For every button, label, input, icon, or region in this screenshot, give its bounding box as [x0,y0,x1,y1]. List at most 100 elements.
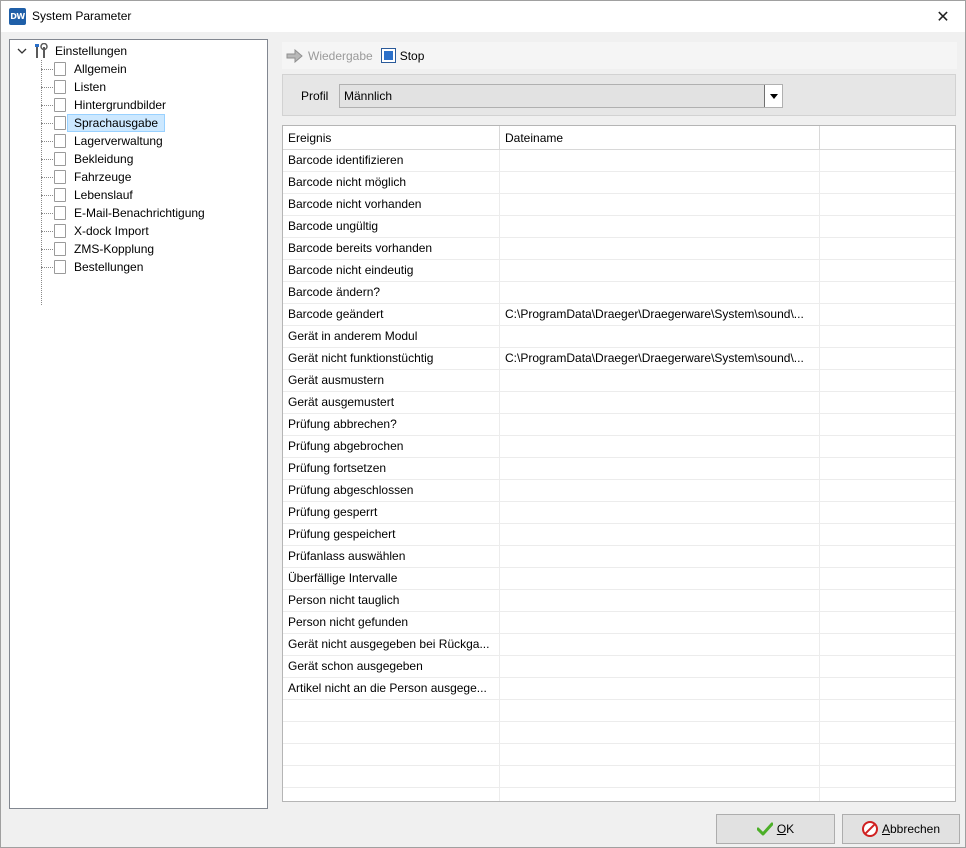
cell-dateiname[interactable] [500,502,820,523]
cell-dateiname[interactable] [500,568,820,589]
cell-dateiname[interactable] [500,392,820,413]
table-row[interactable]: Gerät ausgemustert [283,392,955,414]
cell-dateiname[interactable]: C:\ProgramData\Draeger\Draegerware\Syste… [500,304,820,325]
column-header-dateiname[interactable]: Dateiname [500,126,820,150]
cell-dateiname[interactable] [500,744,820,765]
cell-dateiname[interactable] [500,370,820,391]
table-row[interactable]: Barcode ändern? [283,282,955,304]
table-row[interactable]: Gerät nicht funktionstüchtig C:\ProgramDa… [283,348,955,370]
cell-dateiname[interactable] [500,546,820,567]
cell-ereignis[interactable]: Prüfung gespeichert [283,524,500,545]
table-row[interactable]: Prüfung gespeichert [283,524,955,546]
tree-item[interactable]: Bestellungen [41,258,150,276]
tree-root-einstellungen[interactable]: Einstellungen [16,42,127,60]
table-row[interactable]: Gerät nicht ausgegeben bei Rückga... [283,634,955,656]
table-row[interactable]: Person nicht gefunden [283,612,955,634]
cell-ereignis[interactable]: Gerät nicht ausgegeben bei Rückga... [283,634,500,655]
table-row[interactable]: Barcode bereits vorhanden [283,238,955,260]
cell-ereignis[interactable] [283,722,500,743]
cell-dateiname[interactable] [500,172,820,193]
tree-item[interactable]: Lagerverwaltung [41,132,170,150]
tree-item[interactable]: ZMS-Kopplung [41,240,161,258]
cell-ereignis[interactable]: Barcode identifizieren [283,150,500,171]
tree-item[interactable]: Lebenslauf [41,186,140,204]
table-row[interactable] [283,744,955,766]
cell-ereignis[interactable]: Barcode nicht möglich [283,172,500,193]
cell-dateiname[interactable] [500,194,820,215]
cell-dateiname[interactable] [500,524,820,545]
settings-tree[interactable]: Einstellungen Allgemein Listen Hintergrund… [9,39,268,809]
table-row[interactable]: Barcode ungültig [283,216,955,238]
table-row[interactable]: Barcode geändert C:\ProgramData\Draeger\D… [283,304,955,326]
sound-event-grid[interactable]: Ereignis Dateiname Barcode identifiziere… [282,125,956,802]
table-row[interactable] [283,766,955,788]
cell-ereignis[interactable]: Gerät in anderem Modul [283,326,500,347]
cancel-button[interactable]: Abbrechen [842,814,960,844]
cell-dateiname[interactable]: C:\ProgramData\Draeger\Draegerware\Syste… [500,348,820,369]
cell-dateiname[interactable] [500,458,820,479]
cell-dateiname[interactable] [500,788,820,801]
cell-ereignis[interactable]: Gerät ausmustern [283,370,500,391]
tree-item[interactable]: Bekleidung [41,150,140,168]
cell-dateiname[interactable] [500,150,820,171]
tree-item[interactable]: X-dock Import [41,222,156,240]
chevron-down-icon[interactable] [16,44,28,58]
table-row[interactable]: Prüfanlass auswählen [283,546,955,568]
cell-dateiname[interactable] [500,480,820,501]
cell-dateiname[interactable] [500,700,820,721]
table-row[interactable]: Überfällige Intervalle [283,568,955,590]
stop-button[interactable]: Stop [377,45,429,67]
cell-ereignis[interactable] [283,766,500,787]
cell-ereignis[interactable]: Person nicht gefunden [283,612,500,633]
profile-select[interactable]: Männlich [339,84,783,108]
tree-item[interactable]: Listen [41,78,113,96]
cell-ereignis[interactable]: Barcode bereits vorhanden [283,238,500,259]
table-row[interactable]: Person nicht tauglich [283,590,955,612]
cell-ereignis[interactable]: Prüfung gesperrt [283,502,500,523]
cell-ereignis[interactable] [283,788,500,801]
table-row[interactable] [283,722,955,744]
cell-dateiname[interactable] [500,766,820,787]
column-header-ereignis[interactable]: Ereignis [283,126,500,150]
table-row[interactable]: Barcode identifizieren [283,150,955,172]
table-row[interactable]: Gerät ausmustern [283,370,955,392]
cell-ereignis[interactable]: Überfällige Intervalle [283,568,500,589]
table-row[interactable]: Prüfung abgeschlossen [283,480,955,502]
tree-item[interactable]: Hintergrundbilder [41,96,173,114]
cell-dateiname[interactable] [500,326,820,347]
cell-dateiname[interactable] [500,216,820,237]
tree-item[interactable]: Sprachausgabe [41,114,166,132]
cell-dateiname[interactable] [500,612,820,633]
cell-dateiname[interactable] [500,590,820,611]
table-row[interactable]: Prüfung abgebrochen [283,436,955,458]
tree-item[interactable]: E-Mail-Benachrichtigung [41,204,212,222]
close-button[interactable]: ✕ [921,1,965,32]
cell-ereignis[interactable]: Prüfung abgeschlossen [283,480,500,501]
cell-dateiname[interactable] [500,678,820,699]
cell-ereignis[interactable]: Barcode nicht vorhanden [283,194,500,215]
cell-ereignis[interactable]: Prüfung abgebrochen [283,436,500,457]
cell-ereignis[interactable]: Prüfung fortsetzen [283,458,500,479]
cell-ereignis[interactable]: Gerät nicht funktionstüchtig [283,348,500,369]
table-row[interactable]: Prüfung abbrechen? [283,414,955,436]
table-row[interactable]: Gerät schon ausgegeben [283,656,955,678]
cell-ereignis[interactable]: Prüfung abbrechen? [283,414,500,435]
table-row[interactable]: Barcode nicht möglich [283,172,955,194]
cell-ereignis[interactable]: Gerät ausgemustert [283,392,500,413]
table-row[interactable]: Barcode nicht eindeutig [283,260,955,282]
cell-ereignis[interactable]: Prüfanlass auswählen [283,546,500,567]
cell-ereignis[interactable]: Artikel nicht an die Person ausgege... [283,678,500,699]
play-button[interactable]: Wiedergabe [282,45,377,67]
tree-item[interactable]: Allgemein [41,60,134,78]
cell-dateiname[interactable] [500,634,820,655]
cell-ereignis[interactable] [283,744,500,765]
dropdown-arrow-icon[interactable] [764,85,782,107]
table-row[interactable]: Prüfung gesperrt [283,502,955,524]
cell-ereignis[interactable]: Gerät schon ausgegeben [283,656,500,677]
cell-dateiname[interactable] [500,436,820,457]
cell-ereignis[interactable]: Barcode ungültig [283,216,500,237]
table-row[interactable]: Gerät in anderem Modul [283,326,955,348]
tree-item[interactable]: Fahrzeuge [41,168,138,186]
cell-ereignis[interactable] [283,700,500,721]
cell-dateiname[interactable] [500,414,820,435]
